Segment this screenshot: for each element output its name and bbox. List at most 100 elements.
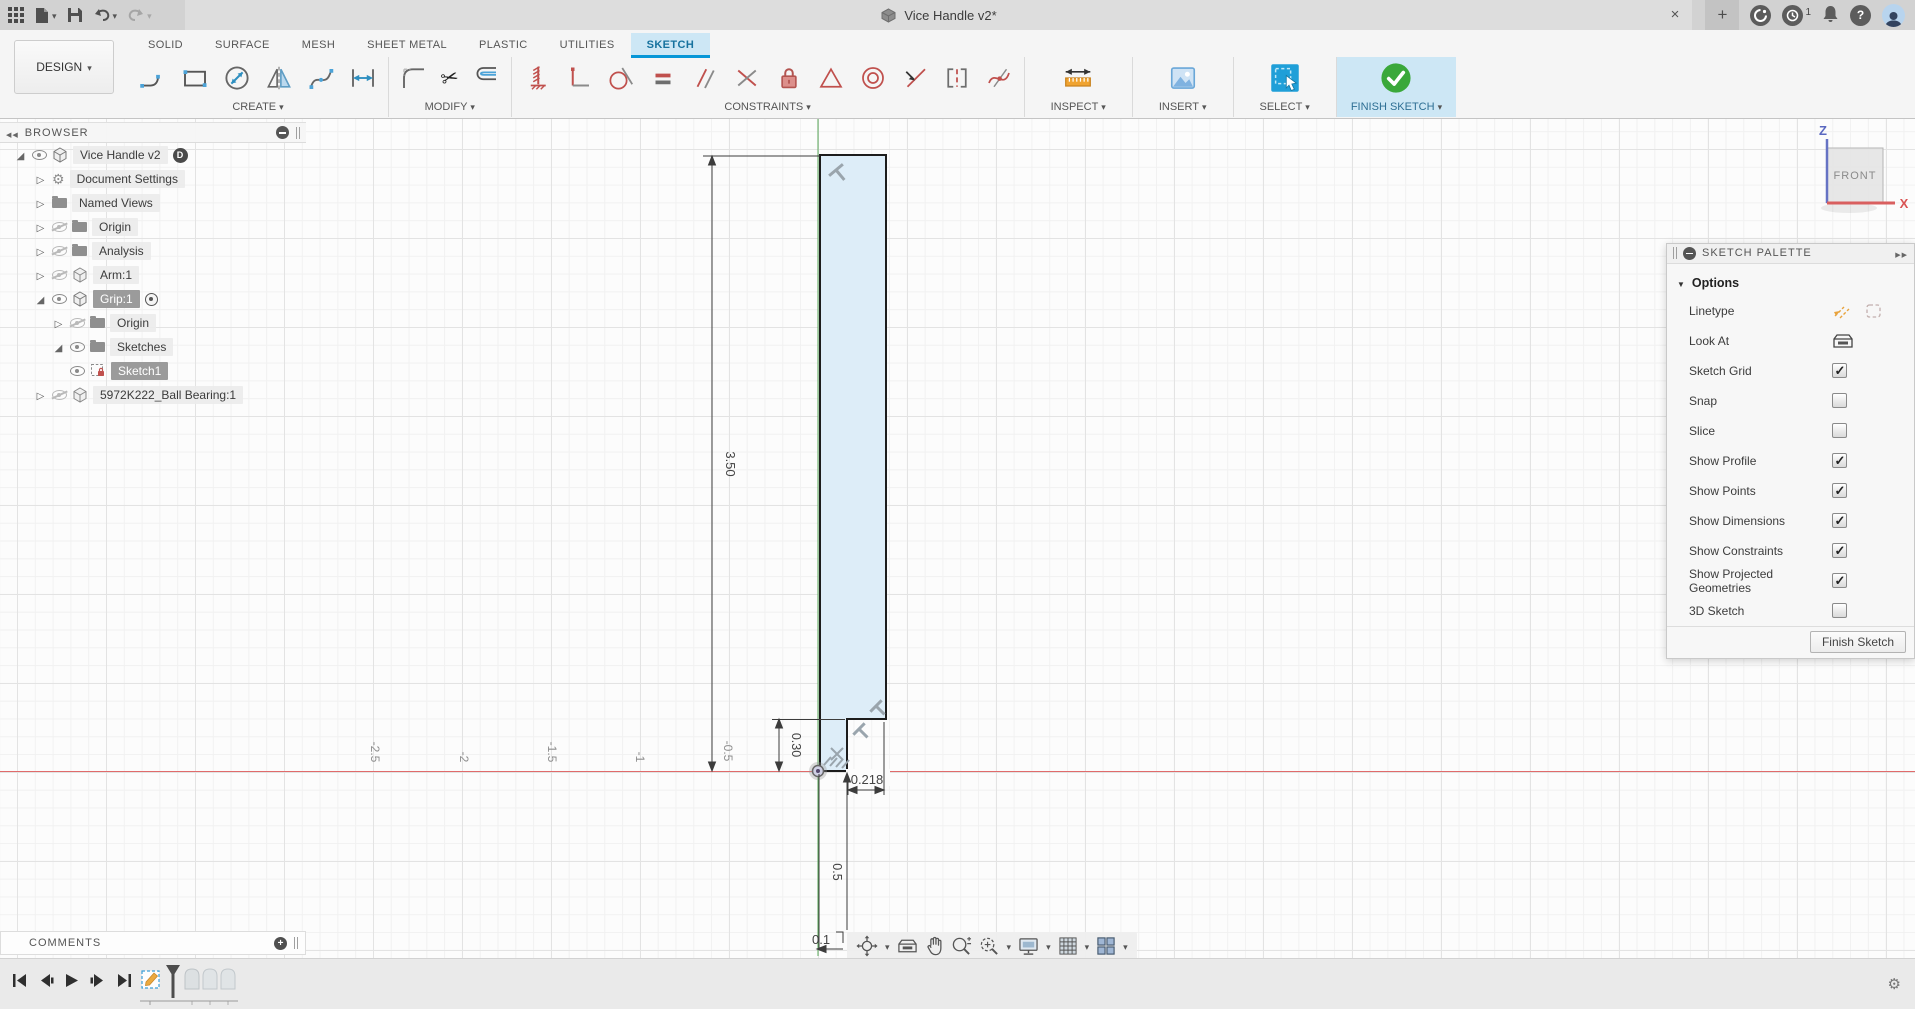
curvature-constraint-icon[interactable]	[984, 63, 1014, 93]
orbit-icon[interactable]	[856, 935, 878, 957]
chevron-down-icon[interactable]	[885, 939, 890, 953]
visibility-eye-off-icon[interactable]	[52, 390, 67, 400]
visibility-eye-icon[interactable]	[52, 294, 67, 304]
user-avatar[interactable]	[1882, 3, 1905, 27]
rectangle-tool-icon[interactable]	[180, 63, 210, 93]
viewcube-face-label[interactable]: FRONT	[1834, 170, 1877, 182]
insert-dropdown[interactable]: INSERT	[1159, 101, 1207, 113]
visibility-eye-off-icon[interactable]	[52, 246, 67, 256]
view-cube[interactable]: FRONT Z X	[1815, 122, 1915, 217]
lock-constraint-icon[interactable]	[774, 63, 804, 93]
look-at-icon[interactable]	[897, 937, 918, 955]
timeline-sketch-feature[interactable]	[141, 970, 160, 1005]
construction-linetype-icon[interactable]	[1832, 302, 1854, 320]
activate-component-radio[interactable]	[144, 292, 158, 306]
circle-tool-icon[interactable]	[222, 63, 252, 93]
chevron-down-icon[interactable]	[1046, 939, 1051, 953]
dimension-tool-icon[interactable]	[348, 63, 378, 93]
show-dimensions-checkbox[interactable]	[1832, 513, 1847, 529]
tangent-constraint-icon[interactable]	[606, 63, 636, 93]
dimension-text-notch-width[interactable]: 0.218	[851, 772, 884, 787]
dimension-text-step-height[interactable]: 0.30	[789, 733, 803, 757]
panel-drag-handle[interactable]	[1673, 247, 1677, 260]
tree-item-label[interactable]: Named Views	[72, 194, 160, 212]
zoom-fit-icon[interactable]	[979, 936, 1000, 956]
step-back-icon[interactable]	[38, 973, 54, 988]
tree-row-named-views[interactable]: Named Views	[0, 191, 306, 215]
file-menu-button[interactable]	[35, 7, 57, 24]
viewports-icon[interactable]	[1096, 936, 1116, 956]
workspace-selector[interactable]: DESIGN	[14, 40, 114, 94]
options-section-header[interactable]: Options	[1667, 270, 1914, 296]
collapse-panel-icon[interactable]	[6, 126, 19, 140]
grid-display-icon[interactable]	[1058, 936, 1078, 956]
tree-item-label[interactable]: Grip:1	[93, 290, 140, 308]
offset-tool-icon[interactable]	[471, 63, 501, 93]
tree-item-label[interactable]: Analysis	[92, 242, 151, 260]
spline-tool-icon[interactable]	[306, 63, 336, 93]
document-tab[interactable]: Vice Handle v2*	[185, 0, 1692, 30]
perpendicular-constraint-icon[interactable]	[732, 63, 762, 93]
equal-constraint-icon[interactable]	[648, 63, 678, 93]
collinear-constraint-icon[interactable]	[942, 63, 972, 93]
slice-checkbox[interactable]	[1832, 423, 1847, 439]
visibility-eye-icon[interactable]	[70, 366, 85, 376]
select-tool-icon[interactable]	[1270, 63, 1300, 93]
new-tab-button[interactable]	[1705, 0, 1740, 30]
tree-row-sketches[interactable]: Sketches	[0, 335, 306, 359]
sketch-profile[interactable]	[819, 154, 887, 772]
tree-item-label[interactable]: Origin	[92, 218, 139, 236]
job-status-button[interactable]: 1	[1782, 4, 1811, 26]
sketch-origin-point[interactable]	[809, 762, 827, 780]
timeline-feature-revolve[interactable]	[202, 968, 218, 1005]
display-settings-icon[interactable]	[1018, 937, 1039, 956]
snap-checkbox[interactable]	[1832, 393, 1847, 409]
expand-closed-icon[interactable]	[34, 172, 47, 186]
skip-to-end-icon[interactable]	[116, 973, 132, 988]
expand-open-icon[interactable]	[52, 340, 65, 354]
panel-drag-handle[interactable]	[294, 937, 298, 949]
timeline-settings-gear-icon[interactable]	[1888, 975, 1901, 993]
tab-surface[interactable]: SURFACE	[199, 33, 286, 56]
sketch-grid-checkbox[interactable]	[1832, 363, 1847, 379]
modify-dropdown[interactable]: MODIFY	[425, 101, 475, 113]
tree-row-root[interactable]: Vice Handle v2 D	[0, 143, 306, 167]
expand-closed-icon[interactable]	[52, 316, 65, 330]
tree-row-analysis[interactable]: Analysis	[0, 239, 306, 263]
visibility-eye-icon[interactable]	[32, 150, 47, 160]
tree-row-origin[interactable]: Origin	[0, 215, 306, 239]
finish-sketch-button[interactable]: Finish Sketch	[1809, 631, 1906, 654]
expand-closed-icon[interactable]	[34, 244, 47, 258]
tree-item-label[interactable]: Sketches	[110, 338, 174, 356]
close-tab-icon[interactable]	[1666, 6, 1684, 24]
tree-item-label[interactable]: Arm:1	[93, 266, 140, 284]
chevron-down-icon[interactable]	[1085, 939, 1090, 953]
visibility-eye-off-icon[interactable]	[70, 318, 85, 328]
chevron-down-icon[interactable]	[1123, 939, 1128, 953]
minimize-panel-icon[interactable]	[1683, 246, 1696, 260]
visibility-eye-off-icon[interactable]	[52, 270, 67, 280]
tree-item-label[interactable]: 5972K222_Ball Bearing:1	[93, 386, 244, 404]
tree-row-grip-origin[interactable]: Origin	[0, 311, 306, 335]
dimension-text-lower-segment[interactable]: 0.5	[830, 863, 844, 880]
mirror-tool-icon[interactable]	[264, 63, 294, 93]
tree-item-label[interactable]: Vice Handle v2	[73, 146, 168, 164]
measure-tool-icon[interactable]	[1062, 63, 1094, 93]
midpoint-constraint-icon[interactable]	[900, 63, 930, 93]
redo-button[interactable]	[127, 8, 152, 22]
visibility-eye-icon[interactable]	[70, 342, 85, 352]
concentric-constraint-icon[interactable]	[858, 63, 888, 93]
dimension-text-partial[interactable]: 0.1	[812, 932, 830, 947]
panel-drag-handle[interactable]	[296, 126, 300, 139]
undo-button[interactable]	[93, 8, 118, 22]
inspect-dropdown[interactable]: INSPECT	[1051, 101, 1106, 113]
expand-open-icon[interactable]	[14, 148, 27, 162]
play-icon[interactable]	[64, 973, 80, 988]
comments-bar[interactable]: COMMENTS	[0, 931, 306, 955]
fix-constraint-icon[interactable]	[522, 63, 552, 93]
line-tool-icon[interactable]	[138, 63, 168, 93]
timeline-feature-revolve[interactable]	[184, 968, 200, 1005]
visibility-eye-off-icon[interactable]	[52, 222, 67, 232]
look-at-icon[interactable]	[1832, 332, 1854, 350]
add-comment-icon[interactable]	[274, 936, 287, 950]
